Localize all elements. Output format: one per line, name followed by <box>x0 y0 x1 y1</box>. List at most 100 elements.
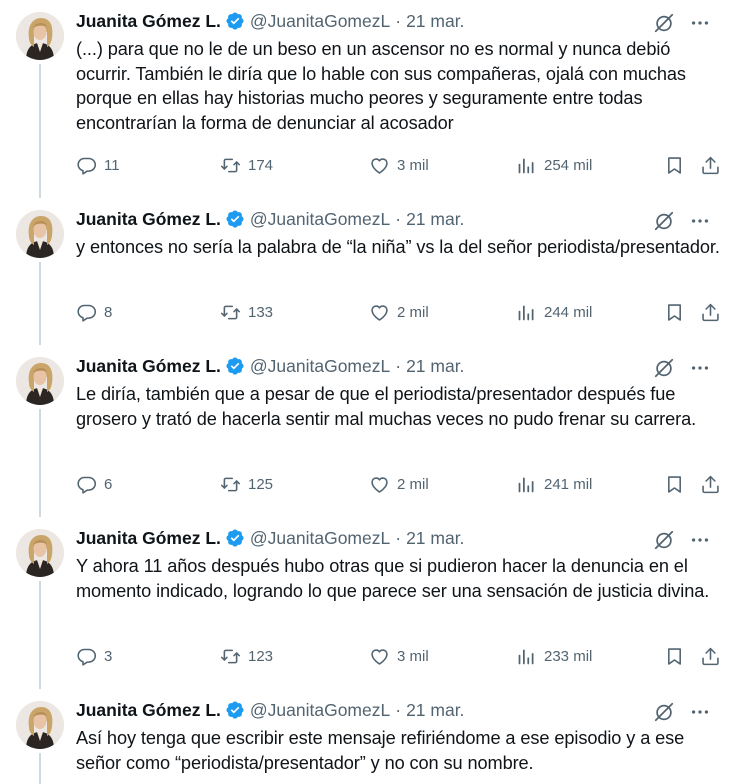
retweet-icon <box>220 477 241 491</box>
tweet-text: Le diría, también que a pesar de que el … <box>76 384 697 429</box>
like-icon <box>371 476 388 493</box>
like-button[interactable]: 3 mil <box>369 153 429 177</box>
views-button[interactable]: 233 mil <box>516 644 592 668</box>
verified-badge-icon <box>225 356 245 376</box>
retweet-button[interactable]: 123 <box>220 644 273 668</box>
reply-icon <box>77 476 97 494</box>
like-icon <box>371 304 388 321</box>
share-button[interactable] <box>700 472 721 496</box>
grok-icon[interactable] <box>653 529 675 551</box>
author-handle[interactable]: @JuanitaGomezL <box>250 700 390 721</box>
grok-icon[interactable] <box>653 12 675 34</box>
author-name[interactable]: Juanita Gómez L. <box>76 209 221 230</box>
retweet-button[interactable]: 125 <box>220 472 273 496</box>
views-button[interactable]: 254 mil <box>516 153 592 177</box>
views-count: 233 mil <box>544 647 593 665</box>
reply-count: 11 <box>104 156 120 174</box>
share-icon <box>702 303 719 321</box>
share-button[interactable] <box>700 644 721 668</box>
reply-button[interactable]: 11 <box>76 153 120 177</box>
author-name[interactable]: Juanita Gómez L. <box>76 11 221 32</box>
avatar[interactable] <box>16 357 64 405</box>
tweet-date[interactable]: 21 mar. <box>406 11 464 32</box>
tweet-date[interactable]: 21 mar. <box>406 209 464 230</box>
author-name[interactable]: Juanita Gómez L. <box>76 528 221 549</box>
tweet[interactable]: Juanita Gómez L. @JuanitaGomezL · 21 mar… <box>0 517 743 689</box>
more-icon[interactable] <box>689 12 711 34</box>
tweet[interactable]: Juanita Gómez L. @JuanitaGomezL · 21 mar… <box>0 345 743 517</box>
share-icon <box>702 647 719 665</box>
author-handle[interactable]: @JuanitaGomezL <box>250 11 390 32</box>
tweet-text: y entonces no sería la palabra de “la ni… <box>76 237 720 257</box>
tweet[interactable]: Juanita Gómez L. @JuanitaGomezL · 21 mar… <box>0 198 743 345</box>
tweet-header: Juanita Gómez L. @JuanitaGomezL · 21 mar… <box>76 527 727 551</box>
tweet-actions: 11 174 3 mil 254 mil <box>76 153 727 177</box>
author-name[interactable]: Juanita Gómez L. <box>76 356 221 377</box>
bookmark-button[interactable] <box>664 472 685 496</box>
like-count: 3 mil <box>397 156 429 174</box>
bookmark-icon <box>668 303 681 321</box>
author-handle[interactable]: @JuanitaGomezL <box>250 356 390 377</box>
author-handle[interactable]: @JuanitaGomezL <box>250 209 390 230</box>
tweet-actions: 6 125 2 mil 241 mil <box>76 472 727 496</box>
reply-count: 8 <box>104 303 113 321</box>
like-button[interactable]: 2 mil <box>369 300 429 324</box>
more-icon[interactable] <box>689 529 711 551</box>
reply-icon <box>77 304 97 322</box>
like-button[interactable]: 3 mil <box>369 644 429 668</box>
reply-icon <box>77 648 97 666</box>
tweet-date[interactable]: 21 mar. <box>406 700 464 721</box>
tweet[interactable]: Juanita Gómez L. @JuanitaGomezL · 21 mar… <box>0 0 743 198</box>
reply-count: 3 <box>104 647 113 665</box>
retweet-button[interactable]: 174 <box>220 153 273 177</box>
author-name[interactable]: Juanita Gómez L. <box>76 700 221 721</box>
more-icon[interactable] <box>689 701 711 723</box>
separator-dot: · <box>395 527 402 548</box>
separator-dot: · <box>395 10 402 31</box>
like-button[interactable]: 2 mil <box>369 472 429 496</box>
reply-button[interactable]: 8 <box>76 300 112 324</box>
bookmark-button[interactable] <box>664 153 685 177</box>
more-icon[interactable] <box>689 210 711 232</box>
views-icon <box>518 305 534 320</box>
share-icon <box>702 475 719 493</box>
tweet[interactable]: Juanita Gómez L. @JuanitaGomezL · 21 mar… <box>0 689 743 784</box>
avatar[interactable] <box>16 701 64 749</box>
bookmark-icon <box>668 475 681 493</box>
views-count: 241 mil <box>544 475 593 493</box>
tweet-header: Juanita Gómez L. @JuanitaGomezL · 21 mar… <box>76 10 727 34</box>
views-button[interactable]: 244 mil <box>516 300 592 324</box>
views-button[interactable]: 241 mil <box>516 472 592 496</box>
share-icon <box>702 156 719 174</box>
views-count: 254 mil <box>544 156 593 174</box>
like-count: 3 mil <box>397 647 429 665</box>
bookmark-icon <box>668 647 681 665</box>
tweet-date[interactable]: 21 mar. <box>406 356 464 377</box>
avatar[interactable] <box>16 529 64 577</box>
like-count: 2 mil <box>397 475 429 493</box>
share-button[interactable] <box>700 300 721 324</box>
tweet-header: Juanita Gómez L. @JuanitaGomezL · 21 mar… <box>76 355 727 379</box>
tweet-header: Juanita Gómez L. @JuanitaGomezL · 21 mar… <box>76 208 727 232</box>
tweet-actions: 3 123 3 mil 233 mil <box>76 644 727 668</box>
grok-icon[interactable] <box>653 357 675 379</box>
retweet-icon <box>220 649 241 663</box>
tweet-text: Y ahora 11 años después hubo otras que s… <box>76 556 710 601</box>
verified-badge-icon <box>225 11 245 31</box>
reply-button[interactable]: 3 <box>76 644 112 668</box>
grok-icon[interactable] <box>653 210 675 232</box>
bookmark-button[interactable] <box>664 300 685 324</box>
grok-icon[interactable] <box>653 701 675 723</box>
tweet-header: Juanita Gómez L. @JuanitaGomezL · 21 mar… <box>76 699 727 723</box>
more-icon[interactable] <box>689 357 711 379</box>
avatar[interactable] <box>16 210 64 258</box>
views-icon <box>518 477 534 492</box>
tweet-date[interactable]: 21 mar. <box>406 528 464 549</box>
bookmark-button[interactable] <box>664 644 685 668</box>
reply-button[interactable]: 6 <box>76 472 112 496</box>
share-button[interactable] <box>700 153 721 177</box>
views-icon <box>518 649 534 664</box>
retweet-button[interactable]: 133 <box>220 300 273 324</box>
author-handle[interactable]: @JuanitaGomezL <box>250 528 390 549</box>
avatar[interactable] <box>16 12 64 60</box>
